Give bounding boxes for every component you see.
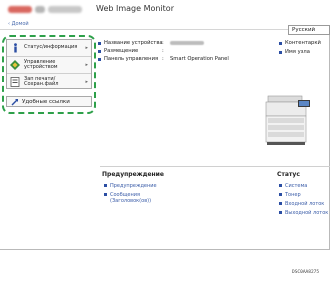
favorite-links-label: Удобные ссылки bbox=[22, 98, 70, 105]
chevron-right-icon: ▸ bbox=[85, 62, 88, 68]
status-system-link[interactable]: Система bbox=[279, 183, 307, 189]
link-icon bbox=[11, 98, 19, 106]
printer-image bbox=[262, 94, 314, 148]
favorite-links-button[interactable]: Удобные ссылки bbox=[6, 96, 92, 107]
hostname-label: Имя узла bbox=[285, 49, 310, 55]
location-row: Размещение : bbox=[98, 48, 170, 54]
hostname-row: Имя узла bbox=[279, 49, 310, 55]
contact-label: Контентаркй bbox=[285, 40, 321, 46]
device-name-label: Название устройства bbox=[104, 40, 163, 46]
status-title: Статус bbox=[277, 171, 300, 178]
sidebar-item-print-jobs[interactable]: Зап печати/Сохран.файл ▸ bbox=[7, 74, 91, 90]
bullet-icon bbox=[104, 193, 107, 196]
warnings-title: Предупреждение bbox=[102, 171, 164, 178]
messages-link[interactable]: Сообщения (Заголовок(ов)) bbox=[104, 192, 164, 204]
control-panel-row: Панель управления : Smart Operation Pane… bbox=[98, 56, 229, 62]
bullet-icon bbox=[98, 41, 101, 45]
bullet-icon bbox=[279, 50, 282, 54]
location-label: Размещение bbox=[104, 48, 139, 54]
section-divider bbox=[100, 166, 330, 167]
bullet-icon bbox=[279, 184, 282, 187]
status-input-tray-link[interactable]: Входной лоток bbox=[279, 201, 324, 207]
sidebar-item-status[interactable]: Статус/информация ▸ bbox=[7, 40, 91, 56]
breadcrumb-home-link[interactable]: ‹ Домой bbox=[8, 21, 29, 27]
bullet-icon bbox=[98, 49, 101, 53]
print-jobs-icon bbox=[10, 77, 20, 87]
app-header: Web Image Monitor bbox=[0, 0, 330, 20]
bullet-icon bbox=[279, 193, 282, 196]
app-title: Web Image Monitor bbox=[96, 4, 174, 13]
status-output-tray-link[interactable]: Выходной лоток bbox=[279, 210, 328, 216]
device-name-row: Название устройства : bbox=[98, 40, 204, 46]
status-toner-link[interactable]: Тонер bbox=[279, 192, 301, 198]
bullet-icon bbox=[279, 41, 282, 45]
control-panel-value: Smart Operation Panel bbox=[170, 56, 229, 62]
chevron-right-icon: ▸ bbox=[85, 45, 88, 51]
warnings-link[interactable]: Предупреждение bbox=[104, 183, 157, 189]
bullet-icon bbox=[104, 184, 107, 187]
info-icon bbox=[10, 43, 20, 53]
bullet-icon bbox=[279, 202, 282, 205]
sidebar-item-label: Управление устройством bbox=[24, 58, 58, 70]
chevron-right-icon: ▸ bbox=[85, 79, 88, 85]
device-name-value bbox=[170, 41, 204, 45]
control-panel-label: Панель управления bbox=[104, 56, 159, 62]
sidebar-item-device-management[interactable]: Управление устройством ▸ bbox=[7, 57, 91, 73]
sidebar-item-label: Статус/информация bbox=[24, 44, 78, 51]
figure-id: DSC0AA8275 bbox=[292, 270, 320, 275]
breadcrumb-bar: ‹ Домой bbox=[0, 20, 330, 30]
nav-group: Статус/информация ▸ Управление устройств… bbox=[6, 39, 92, 89]
language-select[interactable]: Русский bbox=[288, 25, 330, 35]
bullet-icon bbox=[98, 57, 101, 61]
contact-row: Контентаркй bbox=[279, 40, 321, 46]
brand-logo bbox=[8, 6, 82, 14]
device-management-icon bbox=[10, 60, 20, 70]
sidebar-item-label: Зап печати/Сохран.файл bbox=[24, 75, 59, 87]
bullet-icon bbox=[279, 211, 282, 214]
